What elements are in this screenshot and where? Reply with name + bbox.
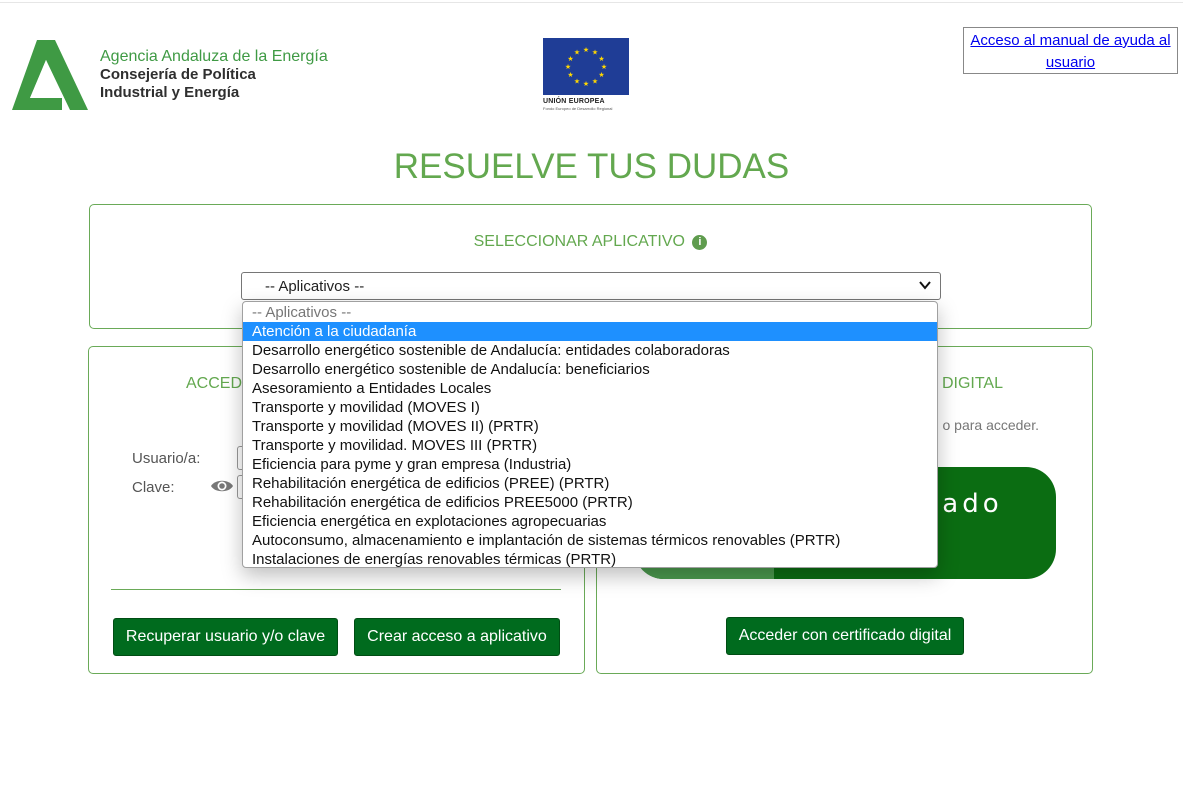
certificate-access-button[interactable]: Acceder con certificado digital (726, 617, 964, 655)
dropdown-option[interactable]: Autoconsumo, almacenamiento e implantaci… (243, 531, 937, 550)
application-select-value: -- Aplicativos -- (265, 278, 365, 295)
svg-text:★: ★ (592, 49, 598, 57)
department-line-2: Industrial y Energía (100, 84, 240, 101)
dropdown-option-highlighted[interactable]: Atención a la ciudadanía (243, 322, 937, 341)
dropdown-option[interactable]: Desarrollo energético sostenible de Anda… (243, 360, 937, 379)
eu-flag-icon: ★ ★ ★ ★ ★ ★ ★ ★ ★ ★ ★ ★ (543, 38, 629, 95)
agency-logo: Agencia Andaluza de la Energía Consejerí… (10, 38, 328, 112)
user-access-title: ACCED (186, 375, 243, 392)
eu-label: UNIÓN EUROPEA (543, 98, 605, 105)
help-manual-box: Acceso al manual de ayuda al usuario (963, 27, 1178, 74)
help-manual-link[interactable]: Acceso al manual de ayuda al usuario (970, 32, 1170, 71)
eye-icon[interactable] (210, 478, 234, 494)
certificate-access-title: DIGITAL (941, 375, 1003, 392)
eu-emblem: ★ ★ ★ ★ ★ ★ ★ ★ ★ ★ ★ ★ UNIÓN EUROPEA Fo… (543, 38, 629, 111)
select-application-label: SELECCIONAR APLICATIVO (473, 233, 685, 250)
info-circle-icon[interactable]: i (692, 235, 708, 250)
select-application-heading: SELECCIONAR APLICATIVO i (90, 233, 1091, 251)
dropdown-option[interactable]: Transporte y movilidad (MOVES I) (243, 398, 937, 417)
svg-text:★: ★ (598, 55, 604, 63)
dropdown-option[interactable]: Transporte y movilidad (MOVES II) (PRTR) (243, 417, 937, 436)
eu-sublabel: Fondo Europeo de Desarrollo Regional (543, 106, 613, 111)
dropdown-option[interactable]: Eficiencia energética en explotaciones a… (243, 512, 937, 531)
agency-name: Agencia Andaluza de la Energía (100, 48, 328, 65)
agency-logo-icon (12, 40, 88, 110)
svg-text:★: ★ (574, 49, 580, 57)
svg-text:★: ★ (567, 55, 573, 63)
application-select[interactable]: -- Aplicativos -- (241, 272, 941, 300)
username-label: Usuario/a: (132, 450, 201, 467)
dropdown-option[interactable]: Rehabilitación energética de edificios P… (243, 493, 937, 512)
dropdown-option[interactable]: Asesoramiento a Entidades Locales (243, 379, 937, 398)
svg-text:★: ★ (583, 46, 589, 54)
dropdown-option[interactable]: Desarrollo energético sostenible de Anda… (243, 341, 937, 360)
svg-text:★: ★ (574, 78, 580, 86)
svg-text:★: ★ (598, 71, 604, 79)
dropdown-option[interactable]: Rehabilitación energética de edificios (… (243, 474, 937, 493)
divider (111, 589, 561, 590)
department-line-1: Consejería de Política (100, 66, 256, 83)
svg-text:★: ★ (567, 71, 573, 79)
password-label: Clave: (132, 479, 175, 496)
dropdown-option[interactable]: -- Aplicativos -- (243, 303, 937, 322)
svg-text:★: ★ (592, 78, 598, 86)
certificate-instructions: o para acceder. (942, 417, 1039, 433)
svg-text:★: ★ (565, 63, 571, 71)
page-title: RESUELVE TUS DUDAS (393, 147, 790, 186)
svg-text:★: ★ (601, 63, 607, 71)
dropdown-option[interactable]: Transporte y movilidad. MOVES III (PRTR) (243, 436, 937, 455)
dropdown-option[interactable]: Eficiencia para pyme y gran empresa (Ind… (243, 455, 937, 474)
application-dropdown-list: -- Aplicativos -- Atención a la ciudadan… (242, 301, 938, 568)
chevron-down-icon (919, 281, 931, 290)
dropdown-option[interactable]: Instalaciones de energías renovables tér… (243, 550, 937, 569)
top-border (0, 2, 1183, 3)
svg-text:★: ★ (583, 80, 589, 88)
recover-credentials-button[interactable]: Recuperar usuario y/o clave (113, 618, 338, 656)
create-access-button[interactable]: Crear acceso a aplicativo (354, 618, 560, 656)
